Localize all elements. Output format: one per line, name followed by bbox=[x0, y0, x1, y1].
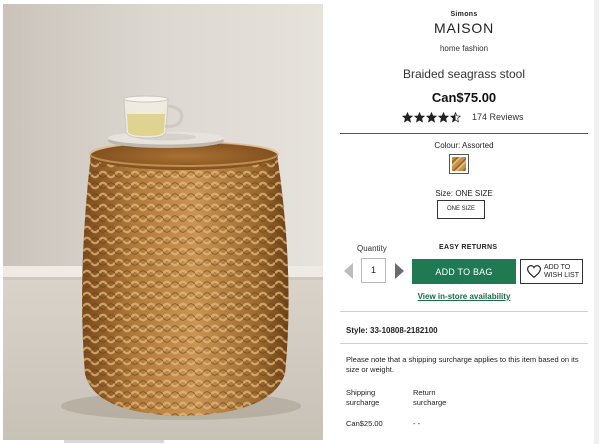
shipping-heading-line1: Shipping bbox=[346, 388, 376, 397]
shipping-surcharge-value: Can$25.00 bbox=[346, 419, 383, 428]
star-icon bbox=[402, 111, 413, 123]
chevron-right-icon[interactable] bbox=[395, 263, 404, 279]
wishlist-label-line1: ADD TO bbox=[544, 263, 571, 271]
brand-logo[interactable]: MAISON bbox=[340, 20, 588, 36]
star-icon bbox=[450, 111, 461, 123]
product-price: Can$75.00 bbox=[431, 90, 497, 105]
divider bbox=[340, 311, 588, 312]
style-number: Style: 33-10808-2182100 bbox=[346, 326, 438, 335]
size-label: Size: ONE SIZE bbox=[435, 189, 493, 198]
product-image bbox=[3, 4, 323, 440]
return-surcharge-heading: Return surcharge bbox=[413, 388, 446, 408]
divider bbox=[340, 343, 588, 344]
chevron-left-icon[interactable] bbox=[344, 263, 353, 279]
wishlist-label: ADD TO WISH LIST bbox=[544, 264, 579, 280]
stool-photo bbox=[3, 4, 323, 440]
image-carousel-indicator[interactable] bbox=[64, 440, 164, 443]
add-to-wishlist-button[interactable]: ADD TO WISH LIST bbox=[520, 259, 583, 284]
star-icon bbox=[426, 111, 437, 123]
easy-returns-label: EASY RETURNS bbox=[439, 244, 498, 251]
product-info-panel: Simons MAISON home fashion Braided seagr… bbox=[340, 0, 588, 444]
category-label: home fashion bbox=[439, 44, 489, 53]
heart-icon bbox=[527, 265, 541, 278]
size-option-one-size[interactable]: ONE SIZE bbox=[437, 200, 485, 219]
rating-row: 174 Reviews bbox=[402, 110, 524, 124]
star-rating bbox=[402, 111, 461, 123]
swatch-image bbox=[452, 157, 466, 171]
divider bbox=[340, 133, 588, 134]
shipping-heading-line2: surcharge bbox=[346, 398, 380, 407]
reviews-link[interactable]: 174 Reviews bbox=[472, 112, 524, 122]
surcharge-note: Please note that a shipping surcharge ap… bbox=[346, 355, 579, 374]
instore-availability-link[interactable]: View in-store availability bbox=[340, 292, 588, 301]
return-heading-line2: surcharge bbox=[413, 398, 447, 407]
shipping-surcharge-heading: Shipping surcharge bbox=[346, 388, 379, 408]
quantity-input[interactable]: 1 bbox=[361, 258, 386, 283]
quantity-label: Quantity bbox=[357, 244, 387, 253]
brand-logo-small: Simons bbox=[450, 11, 478, 18]
page-scrollbar[interactable] bbox=[594, 0, 599, 444]
star-icon bbox=[414, 111, 425, 123]
return-surcharge-value: - - bbox=[413, 419, 421, 428]
return-heading-line1: Return bbox=[413, 388, 436, 397]
add-to-bag-button[interactable]: ADD TO BAG bbox=[412, 259, 516, 284]
star-icon bbox=[438, 111, 449, 123]
wishlist-label-line2: WISH LIST bbox=[544, 271, 580, 279]
colour-swatch-assorted[interactable] bbox=[449, 154, 469, 174]
product-title: Braided seagrass stool bbox=[402, 67, 526, 81]
colour-label: Colour: Assorted bbox=[434, 141, 494, 150]
